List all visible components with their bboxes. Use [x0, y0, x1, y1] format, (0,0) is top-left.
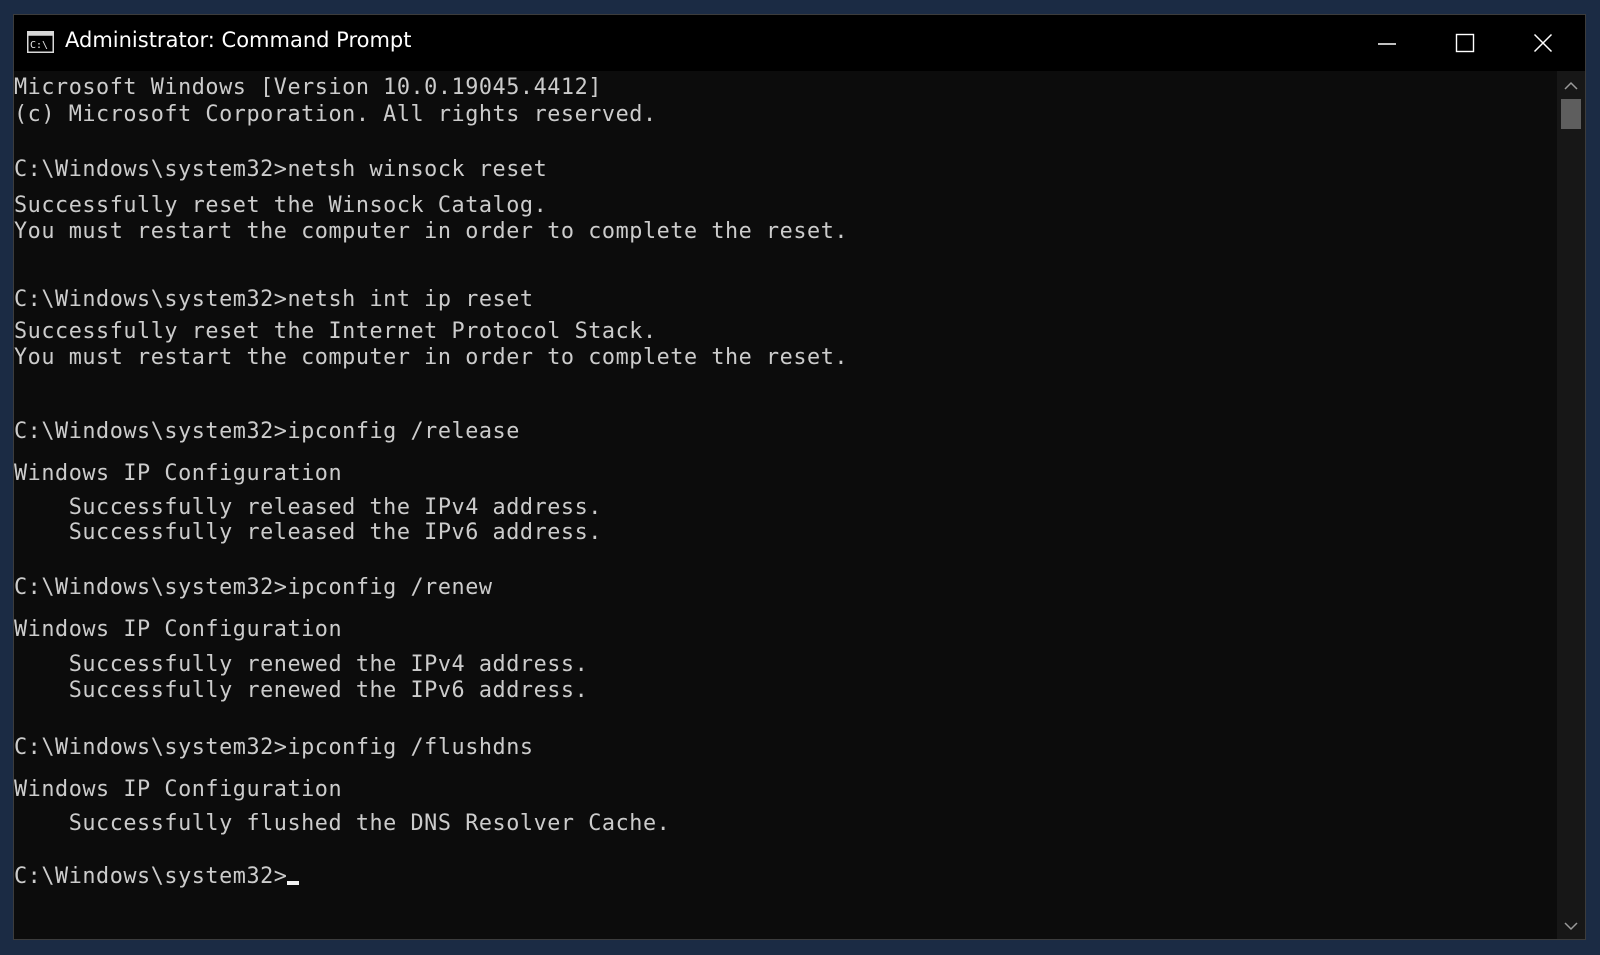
console-line: C:\Windows\system32>ipconfig /renew: [14, 575, 493, 600]
console-line: Windows IP Configuration: [14, 617, 343, 642]
chevron-down-icon: [1564, 922, 1578, 931]
console-line: You must restart the computer in order t…: [14, 219, 849, 244]
minimize-button[interactable]: [1348, 15, 1426, 71]
cmd-icon: C:\: [27, 31, 54, 53]
console-line: C:\Windows\system32>ipconfig /release: [14, 419, 520, 444]
console-line: Successfully renewed the IPv6 address.: [14, 678, 589, 703]
console-line: (c) Microsoft Corporation. All rights re…: [14, 102, 657, 127]
svg-text:C:\: C:\: [30, 40, 48, 51]
close-button[interactable]: [1504, 15, 1582, 71]
maximize-icon: [1455, 33, 1475, 53]
console-line: C:\Windows\system32>netsh winsock reset: [14, 157, 548, 182]
console-line: Successfully reset the Winsock Catalog.: [14, 193, 548, 218]
minimize-icon: [1378, 43, 1396, 45]
desktop-background: C:\ Administrator: Command Prompt Micros…: [0, 0, 1600, 955]
console-line: C:\Windows\system32>ipconfig /flushdns: [14, 735, 534, 760]
console-line: Successfully released the IPv6 address.: [14, 520, 602, 545]
console-line: Successfully reset the Internet Protocol…: [14, 319, 657, 344]
console-line: Windows IP Configuration: [14, 461, 343, 486]
console-line: Successfully renewed the IPv4 address.: [14, 652, 589, 677]
window-title: Administrator: Command Prompt: [65, 28, 412, 52]
chevron-up-icon: [1564, 81, 1578, 90]
vertical-scrollbar[interactable]: [1557, 71, 1585, 939]
command-prompt-window: C:\ Administrator: Command Prompt Micros…: [13, 14, 1586, 940]
console-line: Successfully flushed the DNS Resolver Ca…: [14, 811, 671, 836]
console-line: Microsoft Windows [Version 10.0.19045.44…: [14, 75, 602, 100]
command-prompt-line[interactable]: C:\Windows\system32>: [14, 864, 300, 890]
close-icon: [1533, 33, 1553, 53]
title-bar[interactable]: C:\ Administrator: Command Prompt: [14, 15, 1585, 71]
prompt-text: C:\Windows\system32>: [14, 864, 288, 889]
console-line: C:\Windows\system32>netsh int ip reset: [14, 287, 534, 312]
maximize-button[interactable]: [1426, 15, 1504, 71]
console-output[interactable]: Microsoft Windows [Version 10.0.19045.44…: [14, 71, 1557, 939]
console-line: Successfully released the IPv4 address.: [14, 495, 602, 520]
text-cursor: [287, 881, 300, 885]
console-line: You must restart the computer in order t…: [14, 345, 849, 370]
scroll-up-button[interactable]: [1557, 75, 1585, 97]
scrollbar-thumb[interactable]: [1561, 99, 1581, 129]
scroll-down-button[interactable]: [1557, 915, 1585, 937]
console-line: Windows IP Configuration: [14, 777, 343, 802]
